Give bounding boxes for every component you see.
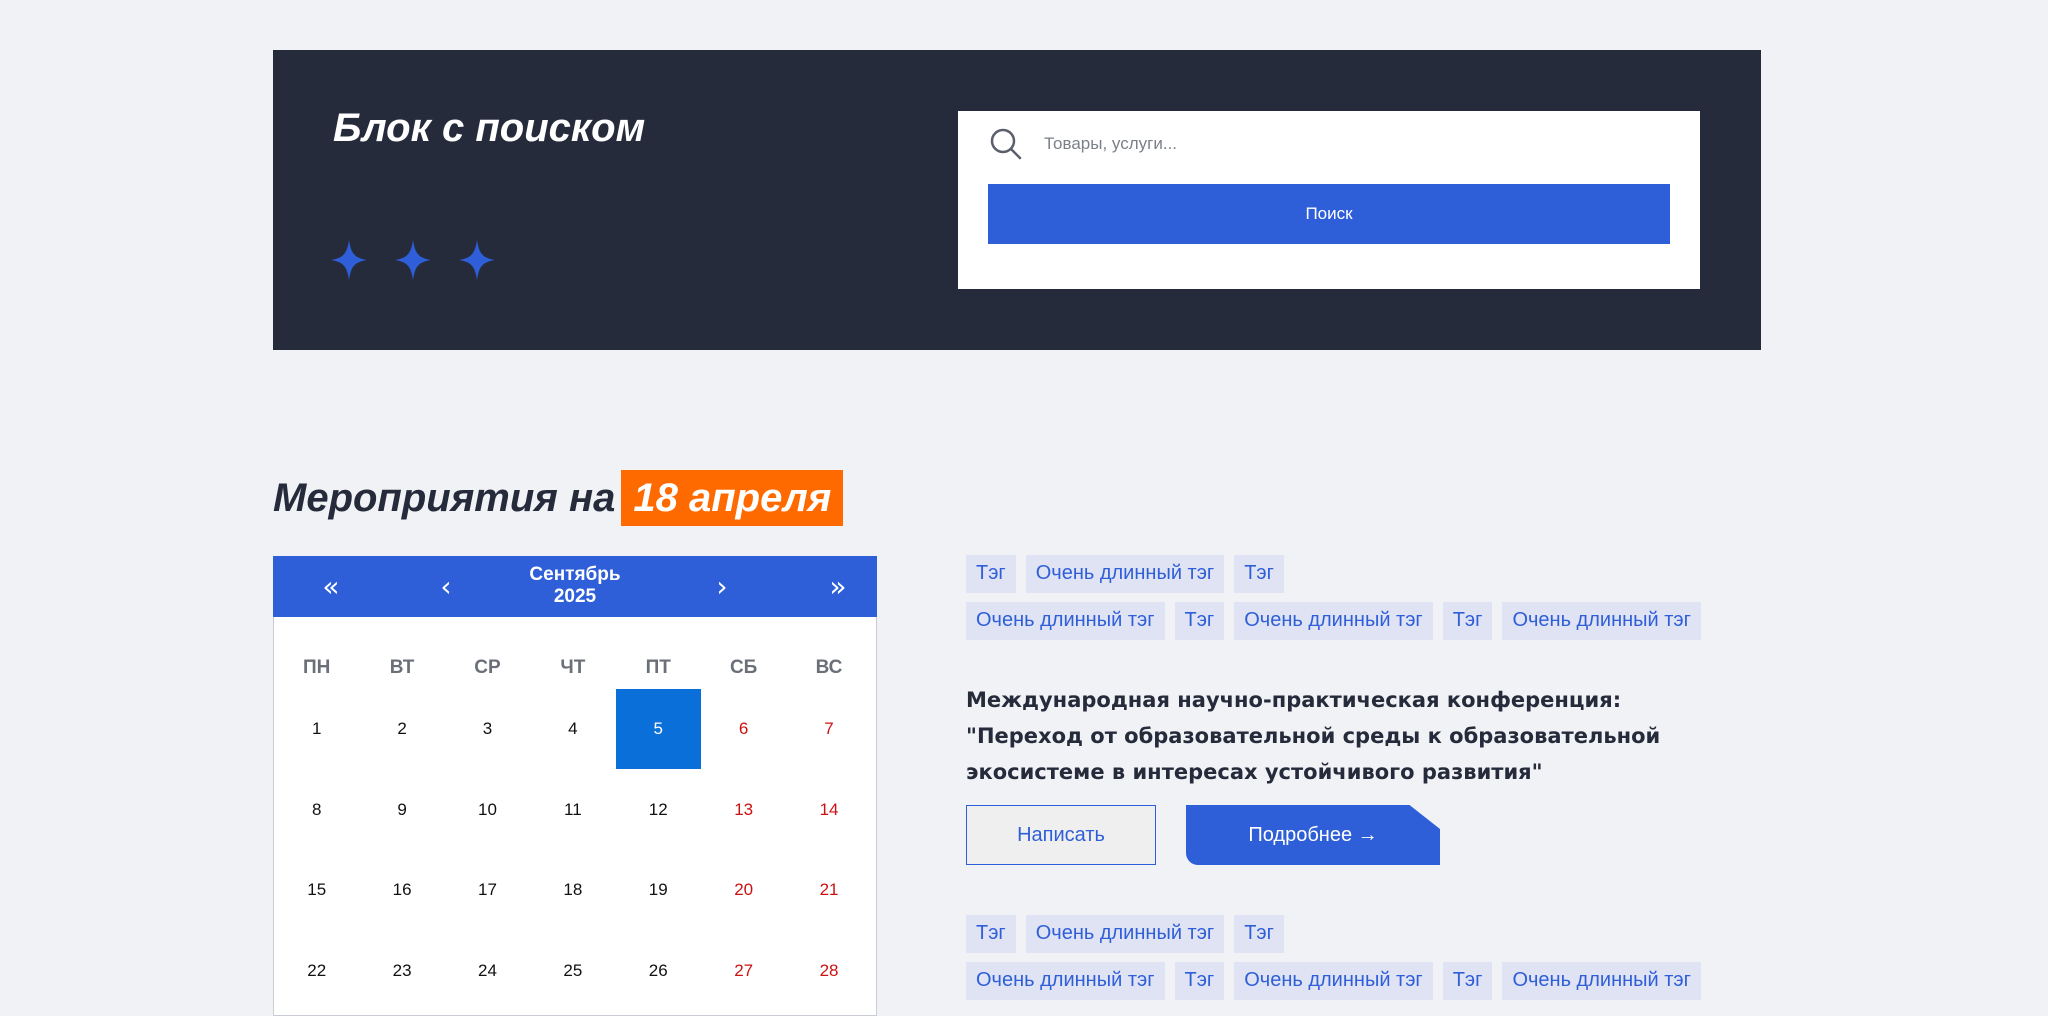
calendar-day[interactable]: 18 xyxy=(530,850,615,930)
weekday-row: ПН ВТ СР ЧТ ПТ СБ ВС xyxy=(274,657,876,679)
calendar-week-row: 22 23 24 25 26 27 28 xyxy=(274,931,876,1012)
weekday-label: ВС xyxy=(815,657,843,678)
calendar-week-row: 8 9 10 11 12 13 14 xyxy=(274,770,876,851)
search-banner: Блок с поиском Поиск xyxy=(273,50,1761,350)
search-block-title: Блок с поиском xyxy=(333,106,646,150)
search-row xyxy=(988,111,1670,177)
calendar-day[interactable]: 12 xyxy=(616,770,701,850)
calendar-day[interactable]: 8 xyxy=(274,770,359,850)
search-icon xyxy=(990,128,1022,160)
tag[interactable]: Очень длинный тэг xyxy=(1025,555,1225,593)
search-button[interactable]: Поиск xyxy=(988,184,1670,244)
weekday-label: ВТ xyxy=(389,657,415,678)
tag[interactable]: Очень длинный тэг xyxy=(1025,915,1225,953)
calendar-day[interactable]: 7 xyxy=(786,689,871,769)
events-heading-prefix: Мероприятия на xyxy=(273,475,616,520)
prev-year-button[interactable]: « xyxy=(311,556,351,617)
calendar: « ‹ Сентябрь 2025 › » ПН ВТ СР ЧТ ПТ СБ ВС 123… xyxy=(273,556,877,1016)
weekday-label: ПН xyxy=(303,657,331,678)
calendar-header: « ‹ Сентябрь 2025 › » xyxy=(273,556,877,617)
tag[interactable]: Тэг xyxy=(1234,555,1284,593)
tag[interactable]: Тэг xyxy=(1174,962,1225,1000)
calendar-day[interactable]: 9 xyxy=(359,770,444,850)
tag[interactable]: Очень длинный тэг xyxy=(1502,962,1701,1000)
tag[interactable]: Очень длинный тэг xyxy=(1234,602,1433,640)
calendar-day[interactable]: 17 xyxy=(445,850,530,930)
calendar-week-row: 15 16 17 18 19 20 21 xyxy=(274,850,876,931)
tag[interactable]: Тэг xyxy=(1174,602,1225,640)
calendar-day[interactable]: 24 xyxy=(445,931,530,1011)
calendar-day[interactable]: 6 xyxy=(701,689,786,769)
calendar-day-selected[interactable]: 5 xyxy=(615,689,701,769)
weekday-label: СР xyxy=(474,657,501,678)
tag[interactable]: Тэг xyxy=(1234,915,1284,953)
calendar-month-year: Сентябрь 2025 xyxy=(475,564,675,608)
calendar-day[interactable]: 27 xyxy=(701,931,786,1011)
tag[interactable]: Очень длинный тэг xyxy=(966,962,1165,1000)
tag-row: Очень длинный тэг Тэг Очень длинный тэг Тэг… xyxy=(966,962,1701,1000)
weekday-label: ЧТ xyxy=(560,657,586,678)
more-button[interactable]: Подробнее → xyxy=(1186,805,1440,865)
calendar-day[interactable]: 21 xyxy=(786,850,871,930)
tag-row: Тэг Очень длинный тэг Тэг xyxy=(966,915,1284,953)
calendar-day[interactable]: 14 xyxy=(786,770,871,850)
calendar-day[interactable]: 19 xyxy=(616,850,701,930)
calendar-grid: 1 2 3 4 5 6 7 8 9 10 11 12 13 14 15 16 17 18 19 20 21 22 23 24 2… xyxy=(274,689,876,1011)
calendar-day[interactable]: 2 xyxy=(359,689,444,769)
next-month-button[interactable]: › xyxy=(702,556,742,617)
sparkle-star-icon xyxy=(331,240,367,280)
tag[interactable]: Тэг xyxy=(966,915,1016,953)
calendar-day[interactable]: 3 xyxy=(445,689,530,769)
search-input[interactable] xyxy=(1044,124,1670,164)
weekday-label: ПТ xyxy=(645,657,671,678)
calendar-day[interactable]: 28 xyxy=(786,931,871,1011)
tag[interactable]: Тэг xyxy=(1442,602,1493,640)
calendar-day[interactable]: 4 xyxy=(530,689,615,769)
calendar-day[interactable]: 15 xyxy=(274,850,359,930)
calendar-day[interactable]: 25 xyxy=(530,931,615,1011)
tag[interactable]: Очень длинный тэг xyxy=(966,602,1165,640)
tag[interactable]: Тэг xyxy=(966,555,1016,593)
tag[interactable]: Тэг xyxy=(1442,962,1493,1000)
calendar-year: 2025 xyxy=(553,586,597,607)
calendar-day[interactable]: 13 xyxy=(701,770,786,850)
events-heading: Мероприятия на 18 апреля xyxy=(273,470,844,526)
calendar-day[interactable]: 11 xyxy=(530,770,615,850)
tag-row: Тэг Очень длинный тэг Тэг xyxy=(966,555,1284,593)
tag[interactable]: Очень длинный тэг xyxy=(1234,962,1433,1000)
calendar-day[interactable]: 20 xyxy=(701,850,786,930)
calendar-day[interactable]: 23 xyxy=(359,931,444,1011)
calendar-week-row: 1234567 xyxy=(274,689,876,770)
sparkle-star-icon xyxy=(459,240,495,280)
calendar-day[interactable]: 22 xyxy=(274,931,359,1011)
decor-stars xyxy=(329,238,497,282)
write-button[interactable]: Написать xyxy=(966,805,1156,865)
search-card: Поиск xyxy=(958,111,1700,289)
tag-row: Очень длинный тэг Тэг Очень длинный тэг Тэг… xyxy=(966,602,1701,640)
next-year-button[interactable]: » xyxy=(818,556,858,617)
weekday-label: СБ xyxy=(729,657,758,678)
calendar-day[interactable]: 1 xyxy=(274,689,359,769)
calendar-day[interactable]: 10 xyxy=(445,770,530,850)
calendar-day[interactable]: 16 xyxy=(359,850,444,930)
prev-month-button[interactable]: ‹ xyxy=(426,556,466,617)
calendar-month: Сентябрь xyxy=(529,564,621,585)
event-title[interactable]: Международная научно-практическая конфер… xyxy=(966,682,1726,790)
events-heading-date: 18 апреля xyxy=(621,470,844,526)
tag[interactable]: Очень длинный тэг xyxy=(1502,602,1701,640)
calendar-day[interactable]: 26 xyxy=(616,931,701,1011)
sparkle-star-icon xyxy=(395,240,431,280)
